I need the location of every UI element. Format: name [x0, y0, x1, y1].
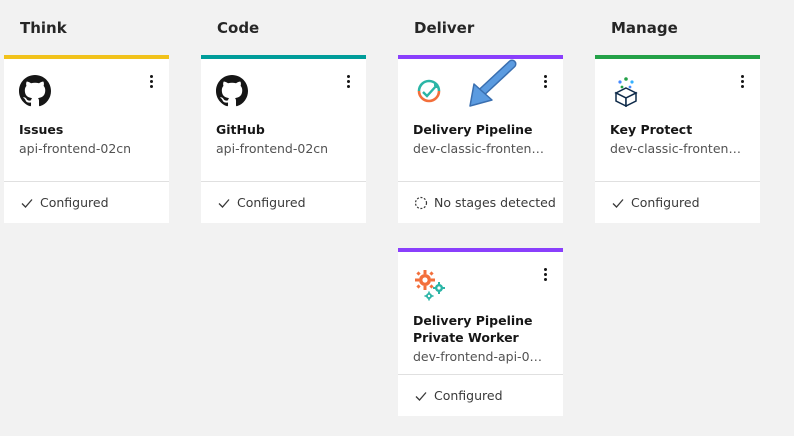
status-row: No stages detected — [398, 181, 563, 223]
status-text: Configured — [40, 195, 109, 210]
gears-icon — [413, 268, 445, 301]
card-subtitle: api-frontend-02cn — [19, 141, 132, 156]
column-title-manage: Manage — [611, 19, 678, 37]
checkmark-icon — [611, 196, 625, 210]
status-text: No stages detected — [434, 195, 556, 210]
github-icon — [19, 75, 51, 107]
overflow-menu-icon[interactable] — [734, 71, 750, 91]
checkmark-icon — [20, 196, 34, 210]
card-subtitle: dev-classic-frontend... — [413, 141, 548, 156]
overflow-menu-icon[interactable] — [537, 264, 553, 284]
card-title: Issues — [19, 122, 64, 137]
card-title: GitHub — [216, 122, 265, 137]
key-protect-icon — [610, 75, 642, 108]
pending-dashed-circle-icon — [414, 196, 428, 210]
status-text: Configured — [434, 388, 503, 403]
column-title-code: Code — [217, 19, 260, 37]
status-text: Configured — [237, 195, 306, 210]
tool-card-issues[interactable]: Issues api-frontend-02cn Configured — [4, 55, 169, 223]
github-icon — [216, 75, 248, 107]
tool-card-key-protect[interactable]: Key Protect dev-classic-frontend... Conf… — [595, 55, 760, 223]
annotation-arrow-icon — [469, 59, 517, 107]
card-subtitle: dev-classic-frontend... — [610, 141, 745, 156]
status-row: Configured — [595, 181, 760, 223]
overflow-menu-icon[interactable] — [143, 71, 159, 91]
checkmark-icon — [414, 389, 428, 403]
overflow-menu-icon[interactable] — [537, 71, 553, 91]
checkmark-icon — [217, 196, 231, 210]
overflow-menu-icon[interactable] — [340, 71, 356, 91]
tool-card-private-worker[interactable]: Delivery Pipeline Private Worker dev-fro… — [398, 248, 563, 416]
status-row: Configured — [4, 181, 169, 223]
card-title: Delivery Pipeline Private Worker — [413, 313, 533, 345]
status-text: Configured — [631, 195, 700, 210]
card-title: Delivery Pipeline — [413, 122, 533, 137]
pipeline-icon — [413, 75, 445, 107]
card-title: Key Protect — [610, 122, 693, 137]
column-title-think: Think — [20, 19, 67, 37]
status-row: Configured — [398, 374, 563, 416]
tool-card-github[interactable]: GitHub api-frontend-02cn Configured — [201, 55, 366, 223]
card-subtitle: dev-frontend-api-02... — [413, 349, 548, 364]
column-title-deliver: Deliver — [414, 19, 475, 37]
card-subtitle: api-frontend-02cn — [216, 141, 329, 156]
status-row: Configured — [201, 181, 366, 223]
